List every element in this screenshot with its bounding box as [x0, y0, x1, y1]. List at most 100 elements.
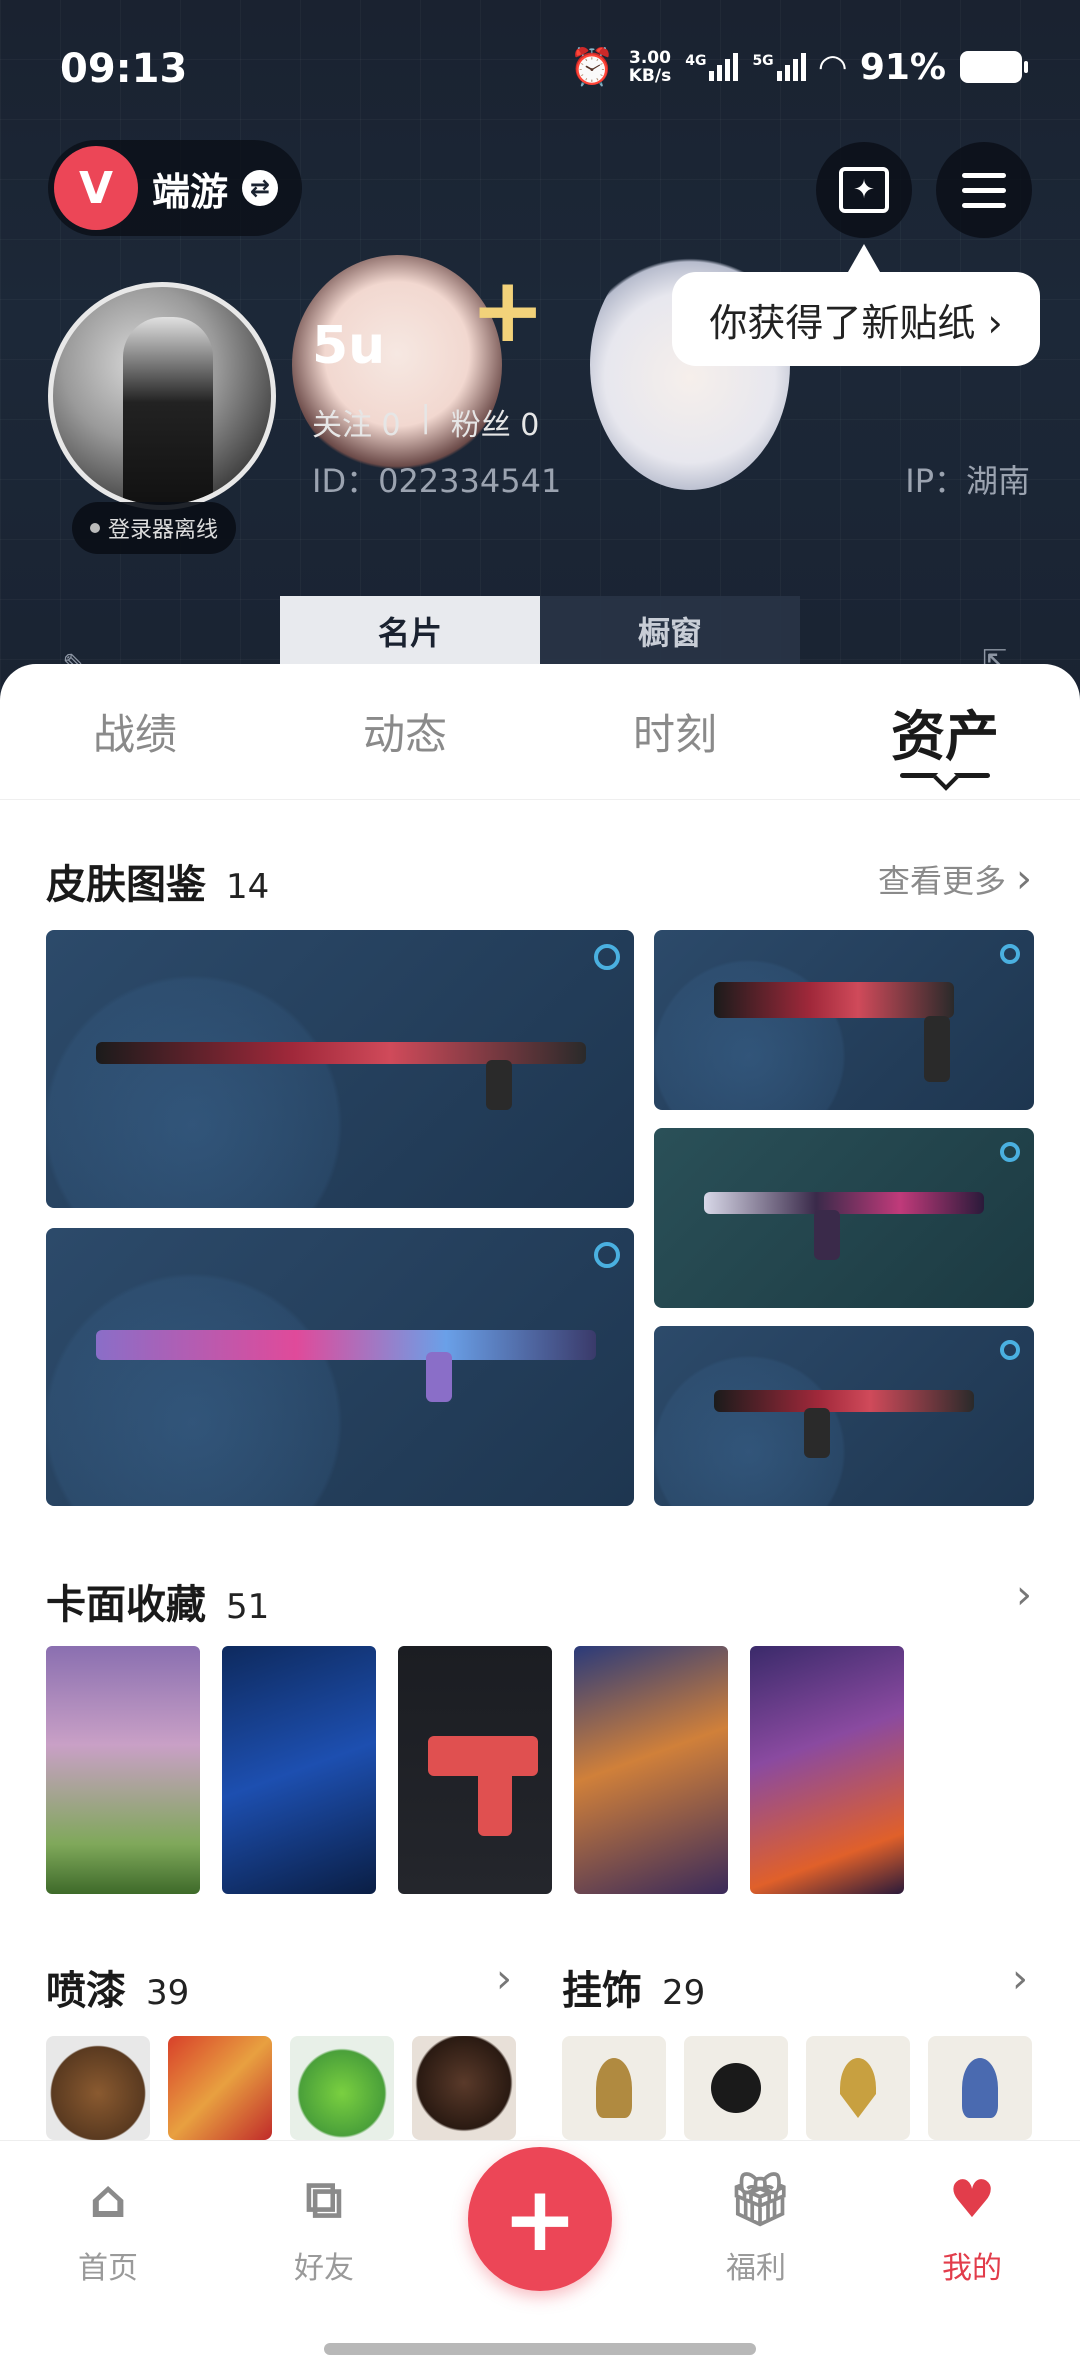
tab-showcase[interactable]: 橱窗 [540, 596, 800, 666]
tab-activity-label: 动态 [362, 710, 447, 759]
revolver-icon [714, 982, 954, 1018]
active-tab-indicator [900, 769, 990, 783]
pistol-grip [478, 1766, 512, 1836]
menu-button[interactable] [936, 142, 1032, 238]
gun-grip [426, 1352, 452, 1402]
skins-title: 皮肤图鉴 [46, 862, 206, 908]
friends-icon: ⧉ [305, 2170, 343, 2230]
game-name: 端游 [152, 169, 229, 214]
chevron-right-icon: › [1016, 856, 1032, 902]
charm-figure-icon [962, 2058, 998, 2118]
profile-header: 09:13 ⏰ 3.00 KB/s 4G 5G ◠ 91% V 端游 ⇄ ✦ +… [0, 0, 1080, 700]
card-item[interactable] [750, 1646, 904, 1894]
battery-icon [960, 51, 1028, 83]
smg-icon [704, 1192, 984, 1214]
create-post-button[interactable]: + [468, 2147, 612, 2291]
tab-assets[interactable]: 资产 [810, 664, 1080, 799]
gun-grip [814, 1210, 840, 1260]
nav-home[interactable]: ⌂ 首页 [38, 2171, 178, 2287]
nav-friends-label: 好友 [294, 2251, 354, 2286]
sparkle-icon: + [470, 258, 546, 363]
user-id: ID：022334541 [312, 462, 562, 500]
skin-card-rifle[interactable] [46, 1228, 634, 1506]
nav-profile[interactable]: ♥ 我的 [902, 2171, 1042, 2287]
status-icons: ⏰ 3.00 KB/s 4G 5G ◠ 91% [570, 46, 1028, 88]
tab-moments-label: 时刻 [632, 710, 717, 759]
network-5g-label: 5G [752, 53, 774, 69]
card-item[interactable] [398, 1646, 552, 1894]
hamburger-menu-icon [962, 172, 1006, 208]
cards-view-more[interactable]: › [1016, 1572, 1032, 1618]
gun-grip [924, 1016, 950, 1082]
valorant-logo-icon: V [54, 146, 138, 230]
skins-section-title: 皮肤图鉴 14 [46, 852, 269, 910]
spray-item[interactable] [46, 2036, 150, 2140]
nav-home-label: 首页 [78, 2251, 138, 2286]
sticker-icon: ✦ [839, 167, 889, 213]
spray-item[interactable] [168, 2036, 272, 2140]
tab-activity[interactable]: 动态 [270, 664, 540, 799]
status-bar: 09:13 ⏰ 3.00 KB/s 4G 5G ◠ 91% [0, 0, 1080, 140]
rifle-icon [96, 1330, 596, 1360]
tab-record[interactable]: 战绩 [0, 664, 270, 799]
chevron-right-icon: › [1016, 1572, 1032, 1618]
skin-badge-icon [1000, 1340, 1020, 1360]
charms-section-title: 挂饰 29 [562, 1958, 705, 2016]
skins-count: 14 [226, 867, 270, 907]
sprays-count: 39 [146, 1973, 190, 2013]
skin-card-smg[interactable] [654, 1128, 1034, 1308]
charm-medal-icon [711, 2063, 761, 2113]
card-item[interactable] [222, 1646, 376, 1894]
nav-profile-label: 我的 [942, 2251, 1002, 2286]
sprays-more-chevron-icon[interactable]: › [496, 1956, 512, 2002]
login-status-text: 登录器离线 [108, 518, 219, 543]
charms-more-chevron-icon[interactable]: › [1012, 1956, 1028, 2002]
plus-icon: + [502, 2166, 578, 2272]
charms-count: 29 [662, 1973, 706, 2013]
cards-title: 卡面收藏 [46, 1582, 206, 1628]
card-item[interactable] [46, 1646, 200, 1894]
spray-item[interactable] [290, 2036, 394, 2140]
skin-badge-icon [1000, 1142, 1020, 1162]
wifi-icon: ◠ [819, 47, 846, 87]
nav-benefits[interactable]: 🎁︎ 福利 [686, 2171, 826, 2287]
follow-stats: 关注 0 | 粉丝 0 [312, 400, 539, 444]
game-switcher[interactable]: V 端游 ⇄ [48, 140, 303, 236]
skins-view-more[interactable]: 查看更多 › [878, 856, 1032, 902]
charm-item[interactable] [928, 2036, 1032, 2140]
skin-card-revolver[interactable] [654, 930, 1034, 1110]
profile-icon: ♥ [948, 2170, 996, 2230]
nav-friends[interactable]: ⧉ 好友 [254, 2171, 394, 2287]
gift-icon: 🎁︎ [727, 2170, 794, 2230]
skin-card-sniper[interactable] [46, 930, 634, 1208]
skin-card-shotgun[interactable] [654, 1326, 1034, 1506]
home-icon: ⌂ [89, 2170, 127, 2230]
username: 5u [312, 316, 386, 376]
tab-namecard[interactable]: 名片 [280, 596, 540, 666]
skin-badge-icon [1000, 944, 1020, 964]
signal-5g-icon: 5G [752, 53, 806, 81]
avatar[interactable] [48, 282, 276, 510]
charms-title: 挂饰 [562, 1968, 642, 2014]
charm-item[interactable] [562, 2036, 666, 2140]
sticker-button[interactable]: ✦ [816, 142, 912, 238]
charm-shield-icon [840, 2058, 876, 2118]
battery-percent: 91% [859, 46, 946, 88]
card-item[interactable] [574, 1646, 728, 1894]
stats-divider: | [420, 400, 431, 435]
home-indicator[interactable] [324, 2343, 756, 2355]
following-count[interactable]: 关注 0 [312, 400, 401, 444]
status-dot-icon [90, 523, 100, 533]
shotgun-icon [714, 1390, 974, 1412]
fans-count[interactable]: 粉丝 0 [451, 400, 540, 444]
spray-item[interactable] [412, 2036, 516, 2140]
tab-moments[interactable]: 时刻 [540, 664, 810, 799]
swap-icon: ⇄ [242, 170, 279, 206]
avatar-figure [123, 317, 213, 505]
charm-item[interactable] [684, 2036, 788, 2140]
skin-badge-icon [594, 1242, 620, 1268]
new-sticker-tooltip[interactable]: 你获得了新贴纸 › [672, 244, 1040, 366]
gun-grip [804, 1408, 830, 1458]
network-speed-unit: KB/s [628, 66, 672, 86]
charm-item[interactable] [806, 2036, 910, 2140]
